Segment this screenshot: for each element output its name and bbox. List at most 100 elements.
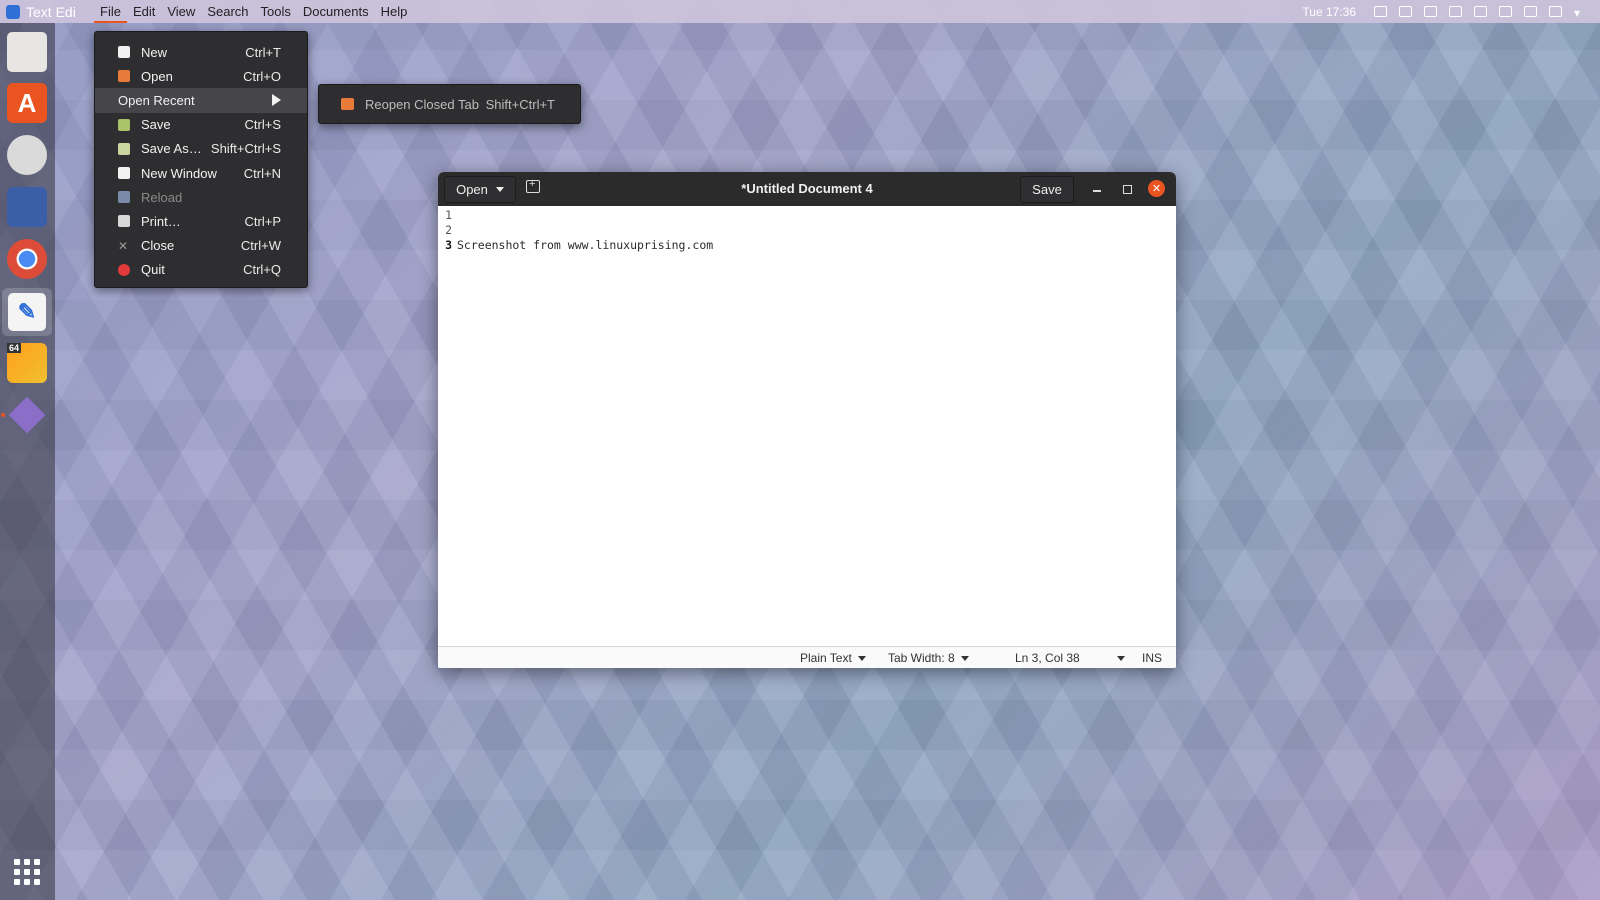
dropbox-icon[interactable] [1374,6,1387,17]
chevron-down-icon [495,187,504,192]
save-as-icon [118,142,130,155]
menu-item-shortcut: Ctrl+T [245,44,281,60]
printer-icon [118,215,130,228]
menu-item-close[interactable]: ✕ Close Ctrl+W [95,234,307,258]
cloud-icon[interactable] [1399,6,1412,17]
tab-width-selector[interactable]: Tab Width: 8 [888,651,969,665]
headerbar: Open *Untitled Document 4 Save ✕ [438,172,1176,206]
menu-item-label: New [141,44,168,60]
app-diamond-icon[interactable] [1,395,47,435]
text-editor-icon [6,4,20,19]
new-document-icon [118,46,130,58]
reopen-tab-icon [341,98,354,110]
new-tab-icon[interactable] [526,178,540,193]
open-button[interactable]: Open [444,176,516,203]
menu-item-open[interactable]: Open Ctrl+O [95,64,307,88]
minimize-icon[interactable] [1089,181,1105,197]
line-number: 3 [445,238,452,252]
new-window-icon [118,166,130,179]
menu-item-save[interactable]: Save Ctrl+S [95,113,307,137]
menu-tools[interactable]: Tools [255,0,297,23]
save-button[interactable]: Save [1020,176,1074,203]
menu-help[interactable]: Help [375,0,414,23]
network-icon[interactable] [1499,6,1512,17]
menu-item-shortcut: Ctrl+W [240,238,281,254]
menu-item-reload[interactable]: Reload [95,185,307,209]
menu-item-label: Quit [141,262,165,278]
display-icon[interactable] [1474,6,1487,17]
menu-item-new[interactable]: New Ctrl+T [95,40,307,64]
editor-line: 2 [438,223,1176,238]
file-menu-dropdown: New Ctrl+T Open Ctrl+O Open Recent Save … [94,31,308,288]
close-window-button[interactable]: ✕ [1148,180,1165,197]
menu-view[interactable]: View [161,0,201,23]
virtualbox-icon[interactable] [7,187,47,227]
quit-icon [118,263,130,276]
close-icon: ✕ [118,238,129,253]
battery-icon[interactable] [1549,6,1562,17]
menu-item-print[interactable]: Print… Ctrl+P [95,209,307,233]
language-label: Plain Text [800,651,852,665]
menu-search[interactable]: Search [201,0,254,23]
app-name: Text Edi [26,3,76,20]
menu-item-shortcut: Ctrl+N [243,165,281,181]
text-editor-dock-icon[interactable]: ✎ [2,288,52,336]
menu-file[interactable]: File [94,0,127,23]
chevron-down-icon [857,655,866,661]
menu-item-shortcut: Shift+Ctrl+S [210,141,281,157]
save-icon [118,118,130,131]
menu-item-label: Print… [141,213,181,229]
cursor-position-selector[interactable]: Ln 3, Col 38 [1015,651,1125,665]
statusbar: Plain Text Tab Width: 8 Ln 3, Col 38 INS [438,646,1176,668]
menu-item-shortcut: Ctrl+P [244,213,281,229]
rhythmbox-icon[interactable] [7,135,47,175]
menu-item-label: Save [141,117,171,133]
menu-item-label: Open Recent [118,92,195,108]
clipboard-icon[interactable] [1424,6,1437,17]
line-text: Screenshot from www.linuxuprising.com [457,238,714,252]
menu-item-shortcut: Ctrl+S [244,117,281,133]
dock-badge: 64 [7,343,22,353]
open-recent-submenu[interactable]: Reopen Closed Tab Shift+Ctrl+T [318,84,581,124]
volume-icon[interactable] [1524,6,1537,17]
power-menu-icon[interactable]: ▾ [1574,6,1584,20]
submenu-item-label: Reopen Closed Tab [365,96,479,112]
tab-width-label: Tab Width: 8 [888,651,955,665]
menu-item-shortcut: Ctrl+Q [243,262,281,278]
indicator-icon[interactable] [1449,6,1462,17]
files-icon[interactable] [7,32,47,72]
menu-item-label: Save As… [141,141,202,157]
editor-line: 1 [438,208,1176,223]
text-view[interactable]: 1 2 3 Screenshot from www.linuxuprising.… [438,206,1176,646]
menu-item-open-recent[interactable]: Open Recent [95,88,307,113]
show-applications-icon[interactable] [14,859,40,885]
menu-item-label: Open [141,68,173,84]
line-number: 2 [445,223,452,237]
dock: A ✎ 64 [0,23,55,900]
reload-icon [118,191,130,204]
clock[interactable]: Tue 17:36 [1302,5,1356,19]
app-menu-title[interactable]: Text Edi [0,4,94,20]
maximize-icon[interactable] [1119,181,1135,197]
menu-item-new-window[interactable]: New Window Ctrl+N [95,161,307,185]
menu-documents[interactable]: Documents [297,0,375,23]
folder-open-icon [118,70,130,83]
menubar: File Edit View Search Tools Documents He… [94,0,413,23]
chrome-icon[interactable] [7,239,47,279]
editor-line: 3 Screenshot from www.linuxuprising.com [438,238,1176,253]
chevron-down-icon [1117,655,1125,661]
submenu-item-shortcut: Shift+Ctrl+T [485,96,555,112]
cursor-position: Ln 3, Col 38 [1015,651,1080,665]
menu-item-quit[interactable]: Quit Ctrl+Q [95,258,307,282]
software-center-icon[interactable]: A [7,83,47,123]
menu-item-shortcut: Ctrl+O [243,68,281,84]
open-button-label: Open [456,182,488,197]
plugin-icon[interactable]: 64 [7,343,47,383]
menu-item-save-as[interactable]: Save As… Shift+Ctrl+S [95,137,307,161]
top-panel: Text Edi File Edit View Search Tools Doc… [0,0,1600,23]
diamond-icon [8,396,46,434]
menu-edit[interactable]: Edit [127,0,161,23]
language-selector[interactable]: Plain Text [800,651,866,665]
menu-item-label: Reload [141,189,183,205]
chevron-down-icon [960,655,969,661]
